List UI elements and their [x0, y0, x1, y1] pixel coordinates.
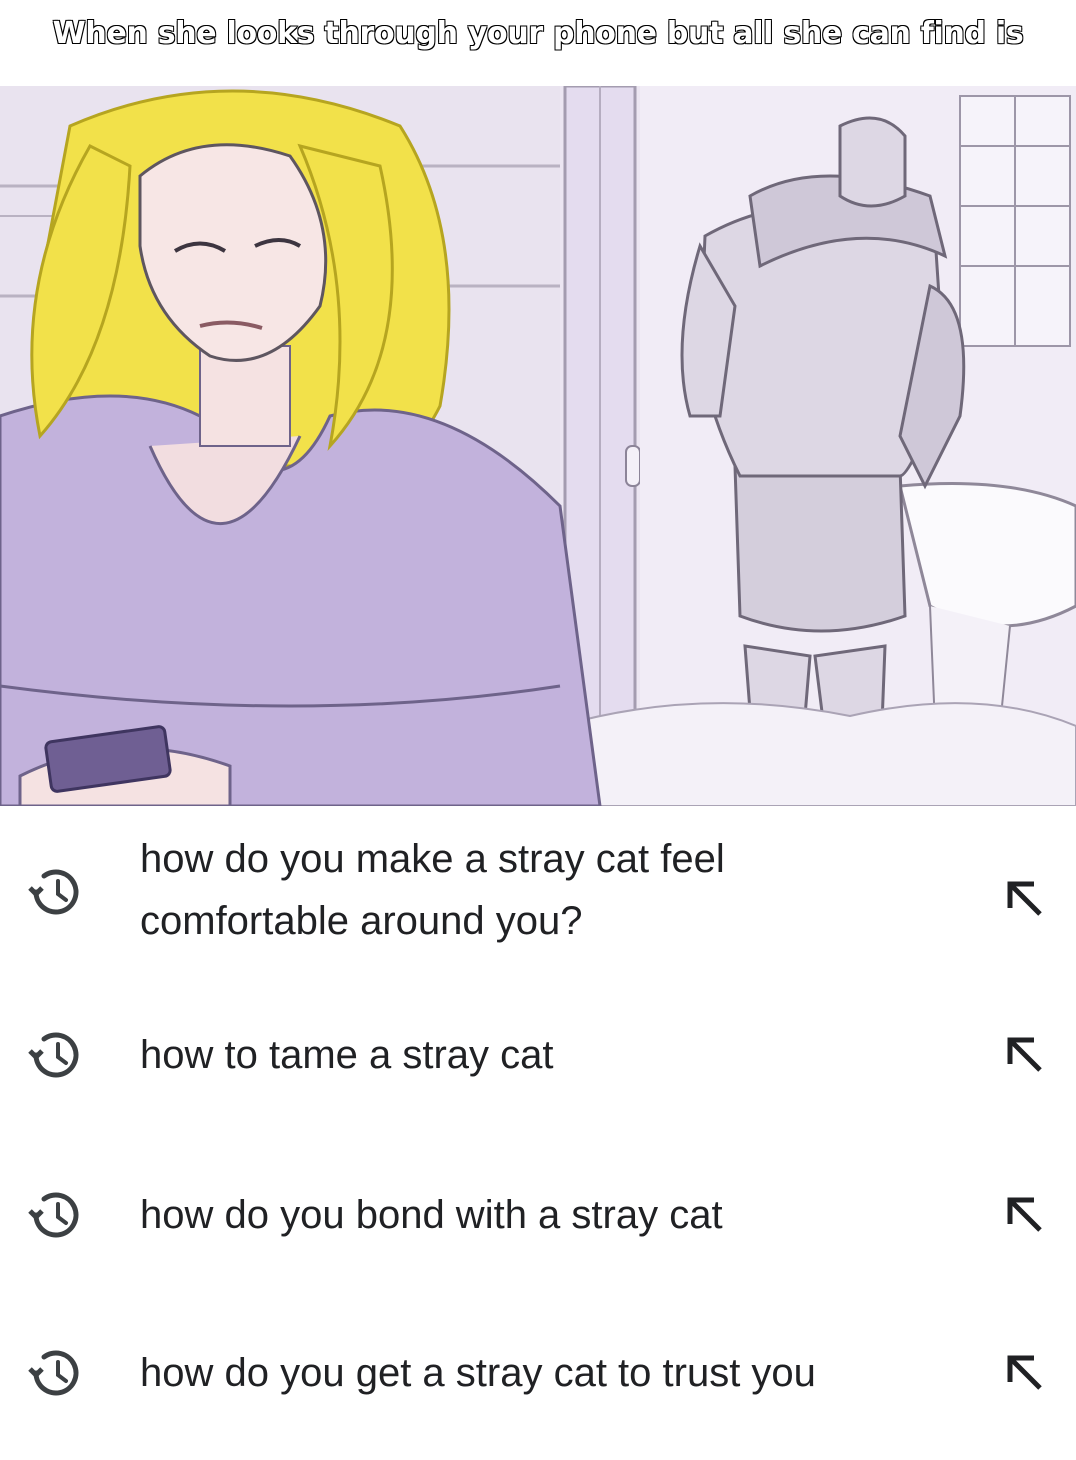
search-history-list: how do you make a stray cat feel comfort…: [0, 806, 1076, 1460]
comic-illustration: [0, 86, 1076, 806]
arrow-up-left-icon[interactable]: [1004, 1034, 1046, 1076]
history-icon: [28, 864, 84, 920]
history-item[interactable]: how do you make a stray cat feel comfort…: [0, 828, 1076, 958]
meme: When she looks through your phone but al…: [0, 0, 1076, 1460]
history-item[interactable]: how do you bond with a stray cat: [0, 1184, 1076, 1246]
history-query: how do you make a stray cat feel comfort…: [140, 837, 725, 943]
history-query: how to tame a stray cat: [140, 1033, 554, 1077]
caption-bar: When she looks through your phone but al…: [0, 0, 1076, 72]
history-item[interactable]: how do you get a stray cat to trust you: [0, 1342, 1076, 1404]
history-icon: [28, 1187, 84, 1243]
history-query: how do you bond with a stray cat: [140, 1193, 723, 1237]
meme-caption: When she looks through your phone but al…: [52, 15, 1025, 51]
history-item[interactable]: how to tame a stray cat: [0, 1024, 1076, 1086]
arrow-up-left-icon[interactable]: [1004, 1194, 1046, 1236]
history-icon: [28, 1027, 84, 1083]
history-icon: [28, 1345, 84, 1401]
arrow-up-left-icon[interactable]: [1004, 1352, 1046, 1394]
arrow-up-left-icon[interactable]: [1004, 878, 1046, 920]
history-query: how do you get a stray cat to trust you: [140, 1351, 816, 1395]
